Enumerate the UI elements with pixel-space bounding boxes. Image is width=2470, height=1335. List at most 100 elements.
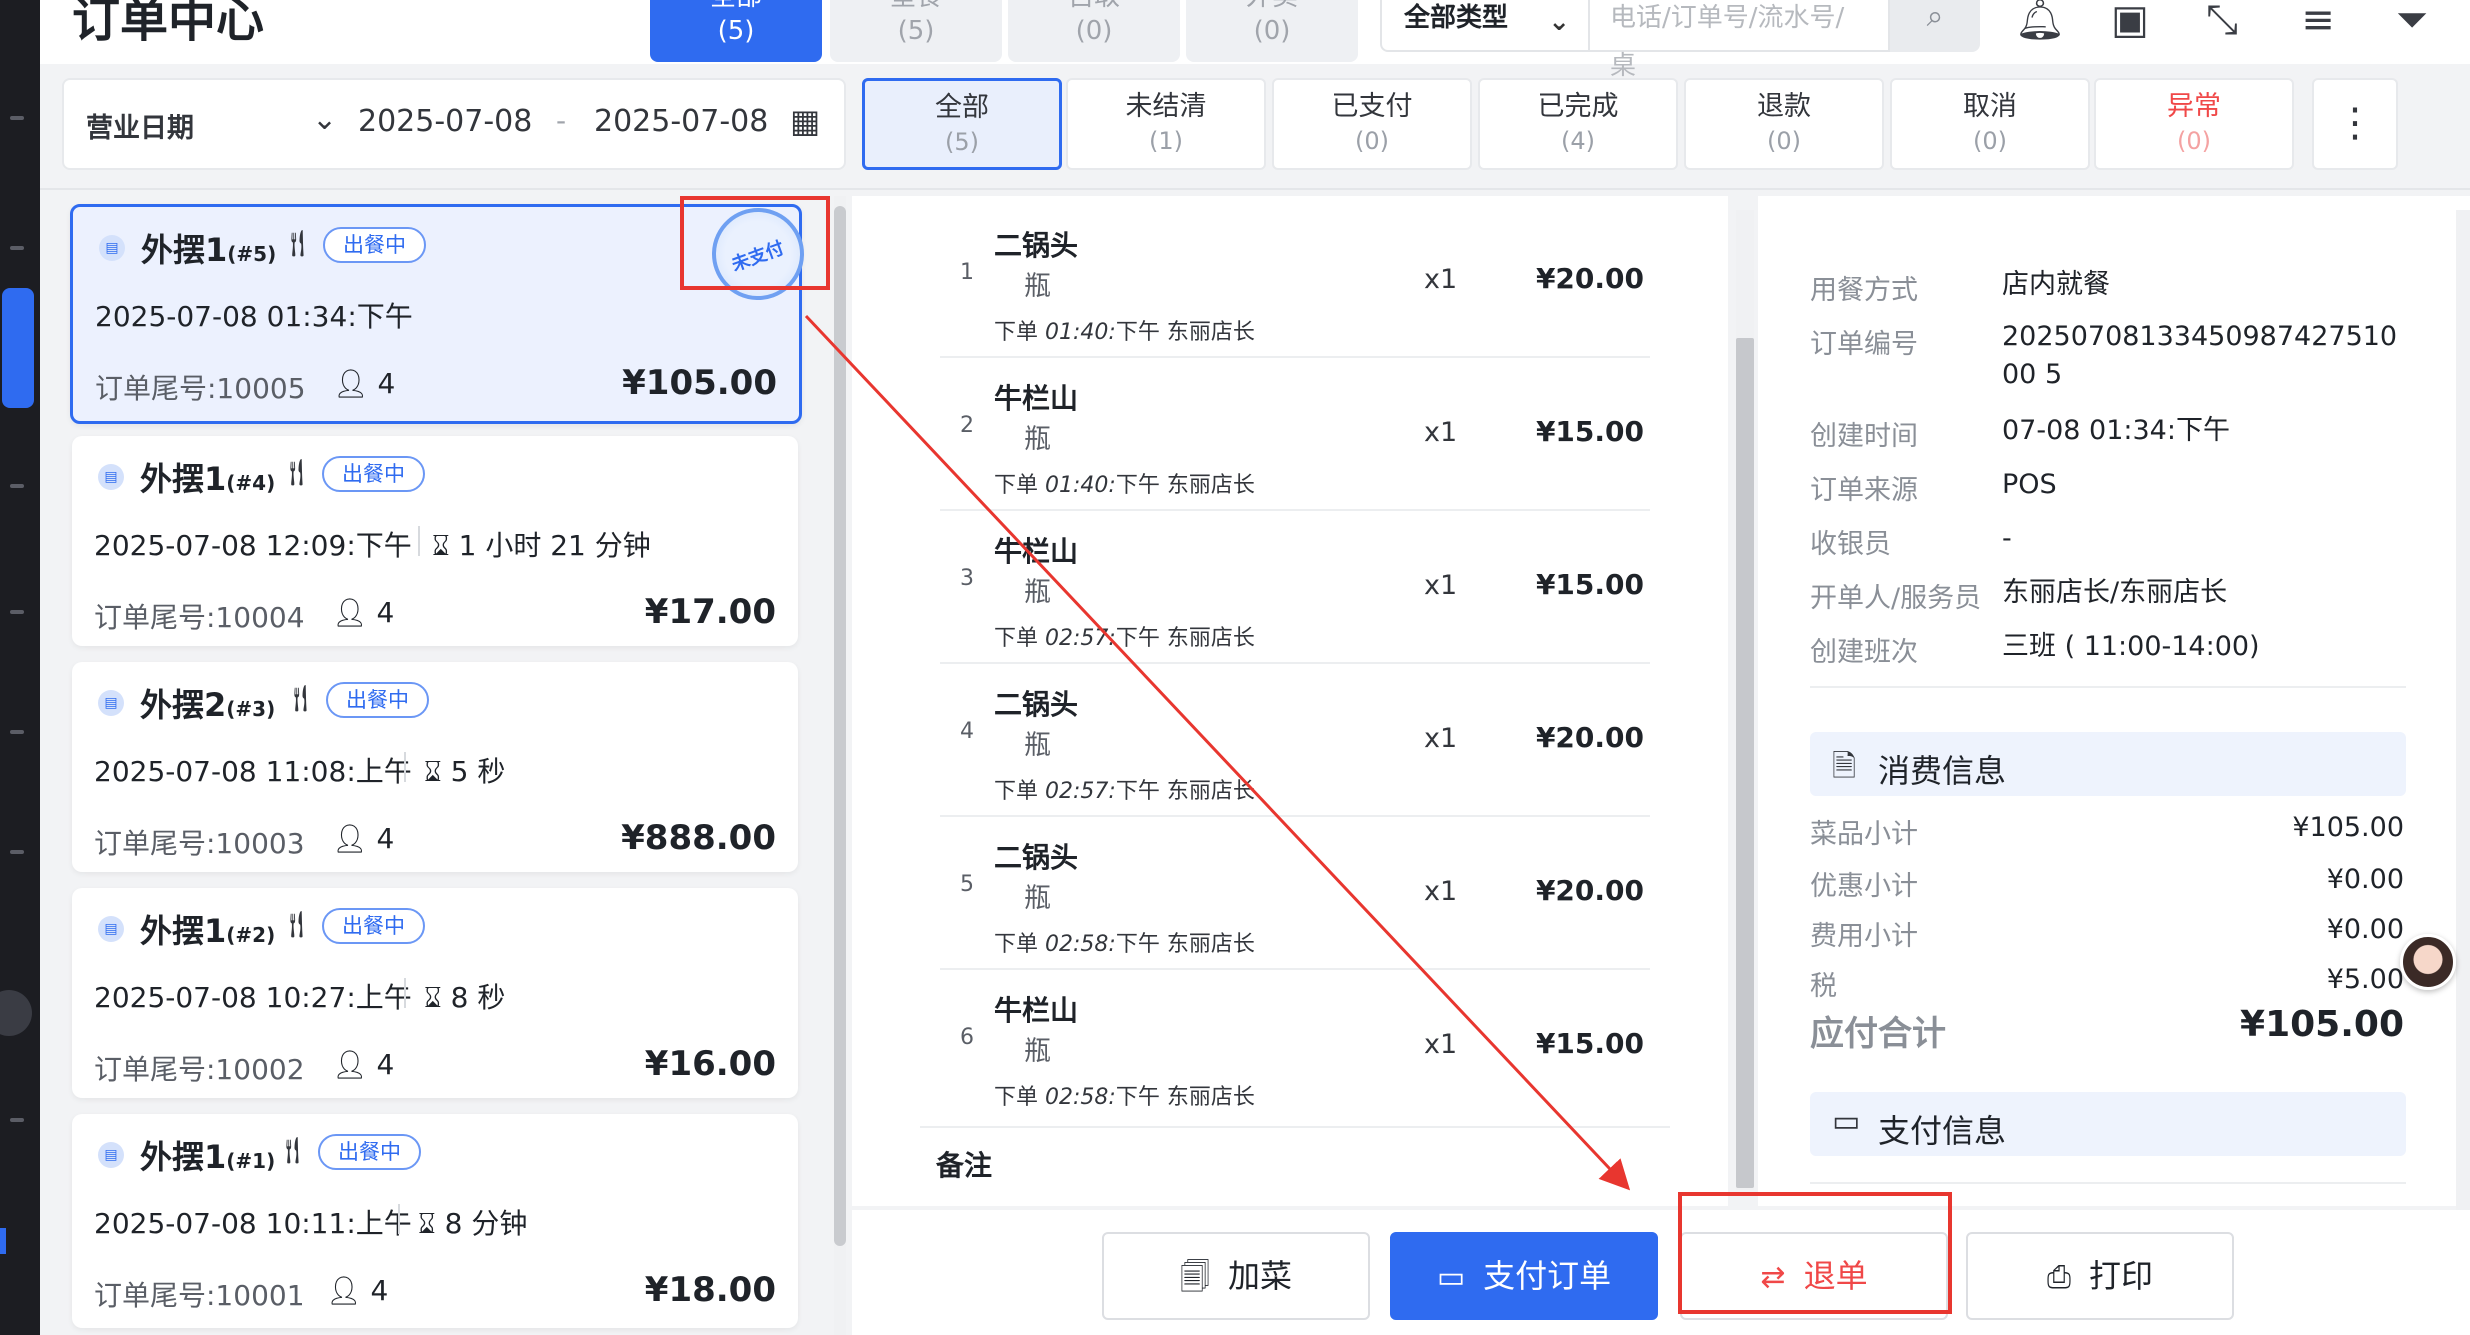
- item-unit: 瓶: [1024, 271, 1051, 302]
- date-end[interactable]: 2025-07-08: [594, 104, 768, 139]
- shift-value: 三班 ( 11:00-14:00): [2002, 631, 2260, 662]
- list-item[interactable]: 3 牛栏山 瓶 下单 02:57:下午 东丽店长 x1 ¥15.00: [940, 512, 1650, 664]
- search-icon[interactable]: ⌕: [1890, 0, 1980, 52]
- order-duration: ⌛︎ 8 秒: [424, 981, 506, 1014]
- filter-icon[interactable]: ⏷: [2384, 0, 2440, 52]
- status-tab-count: (1): [1149, 127, 1183, 155]
- print-button[interactable]: ⎙ 打印: [1966, 1232, 2234, 1320]
- list-item[interactable]: 6 牛栏山 瓶 下单 02:58:下午 东丽店长 x1 ¥15.00: [940, 971, 1650, 1123]
- date-start[interactable]: 2025-07-08: [358, 104, 532, 139]
- item-index: 5: [960, 872, 974, 897]
- divider: [1810, 686, 2406, 688]
- order-table-name: 外摆2(#3): [140, 686, 276, 724]
- item-index: 1: [960, 260, 974, 285]
- item-unit: 瓶: [1024, 730, 1051, 761]
- item-index: 3: [960, 566, 974, 591]
- sidebar-mark: [10, 484, 24, 488]
- detail-key: 开单人/服务员: [1810, 583, 1982, 614]
- order-card[interactable]: ▤ 外摆1(#4) 🍴︎ 出餐中 2025-07-08 12:09:下午 ⌛︎ …: [72, 436, 798, 646]
- business-date-filter[interactable]: 营业日期 ⌄ 2025-07-08 - 2025-07-08 ▦: [62, 78, 846, 170]
- status-badge: 出餐中: [326, 682, 429, 718]
- order-card[interactable]: ▤ 外摆1(#2) 🍴︎ 出餐中 2025-07-08 10:27:上午 ⌛︎ …: [72, 888, 798, 1098]
- status-tab-label: 取消: [1963, 91, 2017, 122]
- tab-delivery[interactable]: 外卖 (0): [1186, 0, 1358, 62]
- status-tab-all[interactable]: 全部 (5): [862, 78, 1062, 170]
- order-time: 2025-07-08 10:11:上午: [94, 1207, 412, 1240]
- sidebar-mark: [10, 610, 24, 614]
- status-tab-count: (5): [945, 128, 979, 156]
- order-table-name: 外摆1(#4): [140, 460, 276, 498]
- item-unit: 瓶: [1024, 883, 1051, 914]
- sidebar-indicator: [0, 1228, 6, 1254]
- search-input[interactable]: 电话/订单号/流水号/桌: [1590, 0, 1890, 81]
- chevron-down-icon: ⌄: [1548, 7, 1570, 37]
- section-title: 消费信息: [1878, 752, 2007, 790]
- status-tab-label: 已完成: [1537, 91, 1619, 122]
- item-unit: 瓶: [1024, 1036, 1051, 1067]
- item-index: 2: [960, 413, 974, 438]
- tab-count: (5): [717, 16, 755, 46]
- order-type-value: 全部类型: [1404, 3, 1509, 33]
- status-badge: 出餐中: [323, 227, 426, 263]
- pay-order-button[interactable]: ▭ 支付订单: [1390, 1232, 1658, 1320]
- guest-count: 👤︎ 4: [332, 822, 395, 855]
- order-time: 2025-07-08 12:09:下午: [94, 529, 412, 562]
- table-icon: ▤: [98, 1142, 124, 1168]
- bell-icon[interactable]: 🔔︎: [2012, 0, 2068, 52]
- order-list-scroll-thumb[interactable]: [834, 206, 846, 1246]
- item-meta: 下单 01:40:下午 东丽店长: [994, 320, 1255, 345]
- order-card[interactable]: ▤ 外摆2(#3) 🍴︎ 出餐中 2025-07-08 11:08:上午 ⌛︎ …: [72, 662, 798, 872]
- order-number-value: 2025070813345098742751000 5: [2002, 321, 2398, 390]
- item-price: ¥20.00: [1535, 262, 1644, 295]
- status-tab-refund[interactable]: 退款 (0): [1684, 78, 1884, 170]
- guest-count: 👤︎ 4: [332, 596, 395, 629]
- add-dish-button[interactable]: 🗐︎ 加菜: [1102, 1232, 1370, 1320]
- assistant-avatar[interactable]: [2400, 934, 2456, 990]
- sidebar-mark: [10, 730, 24, 734]
- sidebar-mark: [10, 1118, 24, 1122]
- status-tab-cancelled[interactable]: 取消 (0): [1890, 78, 2090, 170]
- item-quantity: x1: [1424, 1029, 1458, 1060]
- add-dish-icon: 🗐︎: [1180, 1260, 1210, 1295]
- status-tab-count: (0): [1355, 127, 1389, 155]
- screen-icon[interactable]: ▣: [2102, 0, 2158, 52]
- tab-dine-in[interactable]: 堂食 (5): [830, 0, 1002, 62]
- tab-all[interactable]: 全部 (5): [650, 0, 822, 62]
- detail-scrollbar[interactable]: [2456, 210, 2470, 1210]
- separator: [398, 1204, 400, 1234]
- table-icon: ▤: [99, 235, 125, 261]
- sidebar-settings-icon[interactable]: [0, 990, 32, 1036]
- status-tab-abnormal[interactable]: 异常 (0): [2094, 78, 2294, 170]
- tab-pickup[interactable]: 自取 (0): [1008, 0, 1180, 62]
- status-tab-paid[interactable]: 已支付 (0): [1272, 78, 1472, 170]
- item-price: ¥20.00: [1535, 721, 1644, 754]
- sort-icon[interactable]: ≡: [2290, 0, 2346, 52]
- items-scroll-thumb[interactable]: [1736, 338, 1754, 1188]
- item-name: 牛栏山: [994, 535, 1079, 568]
- chevron-down-icon[interactable]: ⌄: [312, 102, 337, 137]
- total-label: 应付合计: [1810, 1014, 1946, 1054]
- remark-label: 备注: [936, 1149, 993, 1182]
- status-badge: 出餐中: [322, 908, 425, 944]
- calendar-icon[interactable]: ▦: [790, 102, 820, 140]
- collapse-icon[interactable]: ⤡: [2194, 0, 2250, 52]
- order-time: 2025-07-08 11:08:上午: [94, 755, 412, 788]
- status-tab-unsettled[interactable]: 未结清 (1): [1066, 78, 1266, 170]
- order-table-name: 外摆1(#1): [140, 1138, 276, 1176]
- detail-key: 订单来源: [1810, 475, 1918, 506]
- dining-icon: 🍴︎: [280, 458, 314, 488]
- sidebar-item-orders[interactable]: [2, 288, 34, 408]
- order-duration: ⌛︎ 5 秒: [424, 755, 506, 788]
- list-item[interactable]: 4 二锅头 瓶 下单 02:57:下午 东丽店长 x1 ¥20.00: [940, 665, 1650, 817]
- status-tab-count: (0): [2177, 127, 2211, 155]
- status-tab-completed[interactable]: 已完成 (4): [1478, 78, 1678, 170]
- list-item[interactable]: 1 二锅头 瓶 下单 01:40:下午 东丽店长 x1 ¥20.00: [940, 206, 1650, 358]
- list-item[interactable]: 5 二锅头 瓶 下单 02:58:下午 东丽店长 x1 ¥20.00: [940, 818, 1650, 970]
- more-options-icon[interactable]: ⋮: [2312, 78, 2398, 170]
- order-card[interactable]: ▤ 外摆1(#1) 🍴︎ 出餐中 2025-07-08 10:11:上午 ⌛︎ …: [72, 1114, 798, 1328]
- order-tail-number: 订单尾号:10001: [94, 1279, 305, 1312]
- dining-icon: 🍴︎: [276, 1136, 310, 1166]
- payment-section-header: ▭ 支付信息: [1810, 1092, 2406, 1156]
- order-type-select[interactable]: 全部类型 ⌄: [1380, 0, 1590, 52]
- list-item[interactable]: 2 牛栏山 瓶 下单 01:40:下午 东丽店长 x1 ¥15.00: [940, 359, 1650, 511]
